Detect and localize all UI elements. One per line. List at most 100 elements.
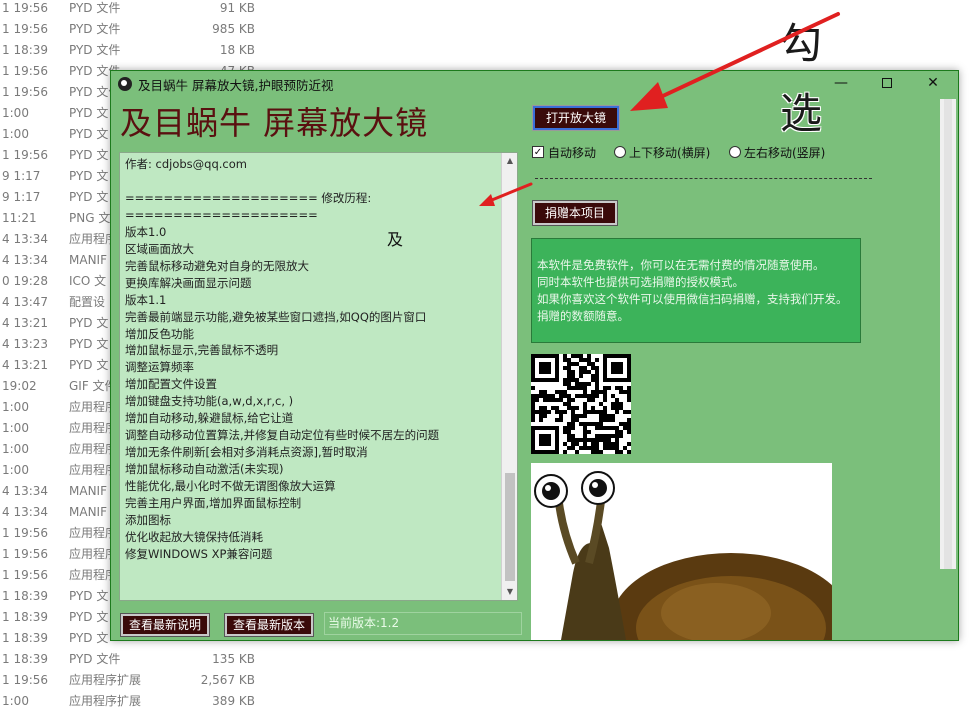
file-date: 1 19:56 — [2, 547, 49, 561]
divider — [535, 178, 872, 179]
file-date: 1 19:56 — [2, 85, 49, 99]
window-right-scrollbar[interactable] — [940, 99, 956, 569]
qr-code-image — [531, 354, 631, 454]
file-date: 1:00 — [2, 694, 29, 708]
file-type: PYD 文 — [69, 337, 109, 351]
history-textarea[interactable]: 作者: cdjobs@qq.com ==================== 修… — [119, 152, 518, 601]
file-type: PYD 文 — [69, 358, 109, 372]
vertical-move-label: 上下移动(横屏) — [629, 146, 711, 160]
file-type: MANIF — [69, 505, 107, 519]
window-right-scroll-thumb[interactable] — [944, 99, 952, 569]
file-type: PYD 文 — [69, 316, 109, 330]
app-window: 及目蜗牛 屏幕放大镜,护眼预防近视 — ✕ 及目蜗牛 屏幕放大镜 作者: cdj… — [110, 70, 959, 641]
file-date: 1 19:56 — [2, 526, 49, 540]
file-row[interactable]: 1 19:56 PYD 文件 91 KB — [0, 0, 300, 19]
history-scrollbar[interactable]: ▲ ▼ — [501, 153, 517, 600]
file-type: MANIF — [69, 484, 107, 498]
file-date: 1 18:39 — [2, 652, 49, 666]
file-date: 1 19:56 — [2, 64, 49, 78]
history-text: 作者: cdjobs@qq.com ==================== 修… — [125, 157, 440, 561]
file-type: ICO 文 — [69, 274, 107, 288]
window-title: 及目蜗牛 屏幕放大镜,护眼预防近视 — [138, 78, 334, 93]
file-type: 配置设 — [69, 295, 106, 309]
file-type: PYD 文 — [69, 148, 109, 162]
file-date: 0 19:28 — [2, 274, 49, 288]
file-date: 4 13:47 — [2, 295, 49, 309]
file-type: MANIF — [69, 253, 107, 267]
auto-move-label: 自动移动 — [548, 146, 597, 160]
file-date: 1 19:56 — [2, 568, 49, 582]
file-type: PYD 文 — [69, 589, 109, 603]
view-latest-notes-button[interactable]: 查看最新说明 — [120, 613, 210, 637]
scroll-thumb[interactable] — [505, 473, 515, 581]
license-text: 本软件是免费软件，你可以在无需付费的情况随意使用。 同时本软件也提供可选捐赠的授… — [537, 258, 848, 323]
file-row[interactable]: 1:00 应用程序扩展 389 KB — [0, 691, 300, 712]
close-button[interactable]: ✕ — [910, 71, 956, 96]
file-date: 1 18:39 — [2, 589, 49, 603]
file-date: 4 13:23 — [2, 337, 49, 351]
file-date: 19:02 — [2, 379, 37, 393]
file-date: 4 13:34 — [2, 484, 49, 498]
file-date: 4 13:21 — [2, 316, 49, 330]
file-date: 1 18:39 — [2, 43, 49, 57]
open-magnifier-button[interactable]: 打开放大镜 — [532, 105, 620, 131]
file-row[interactable]: 1 18:39 PYD 文件 135 KB — [0, 649, 300, 670]
file-row[interactable]: 1 19:56 应用程序扩展 2,567 KB — [0, 670, 300, 691]
file-row[interactable]: 1 19:56 PYD 文件 985 KB — [0, 19, 300, 40]
file-size: 389 KB — [212, 694, 255, 708]
file-size: 18 KB — [219, 43, 255, 57]
file-date: 11:21 — [2, 211, 37, 225]
file-date: 1:00 — [2, 442, 29, 456]
file-date: 4 13:34 — [2, 232, 49, 246]
view-latest-version-button[interactable]: 查看最新版本 — [224, 613, 314, 637]
scroll-down-icon[interactable]: ▼ — [502, 584, 517, 600]
app-eye-icon — [118, 77, 132, 91]
file-type: PYD 文 — [69, 127, 109, 141]
file-date: 1:00 — [2, 421, 29, 435]
file-date: 1 19:56 — [2, 22, 49, 36]
current-version-label: 当前版本:1.2 — [324, 612, 522, 635]
file-date: 9 1:17 — [2, 190, 41, 204]
file-date: 1:00 — [2, 106, 29, 120]
file-size: 91 KB — [219, 1, 255, 15]
annotation-arrow-left — [479, 182, 533, 206]
file-size: 985 KB — [212, 22, 255, 36]
file-date: 4 13:21 — [2, 358, 49, 372]
file-row[interactable]: 1 18:39 PYD 文件 18 KB — [0, 40, 300, 61]
auto-move-checkbox[interactable]: ✓ — [532, 146, 544, 158]
snail-char: 及 — [387, 230, 404, 249]
app-heading: 及目蜗牛 屏幕放大镜 — [120, 104, 429, 142]
file-type: PYD 文件 — [69, 1, 121, 15]
file-date: 4 13:34 — [2, 253, 49, 267]
file-date: 1:00 — [2, 127, 29, 141]
file-type: PYD 文 — [69, 631, 109, 645]
maximize-button[interactable] — [864, 71, 910, 96]
vertical-move-radio[interactable] — [614, 146, 626, 158]
file-date: 1 19:56 — [2, 1, 49, 15]
file-date: 1 18:39 — [2, 610, 49, 624]
file-date: 1:00 — [2, 463, 29, 477]
file-type: PYD 文 — [69, 106, 109, 120]
file-date: 1 19:56 — [2, 148, 49, 162]
file-size: 2,567 KB — [200, 673, 255, 687]
file-type: PYD 文 — [69, 169, 109, 183]
snail-mascot-image — [531, 463, 832, 640]
file-date: 1 18:39 — [2, 631, 49, 645]
file-size: 135 KB — [212, 652, 255, 666]
file-type: PNG 文 — [69, 211, 111, 225]
file-type: PYD 文件 — [69, 22, 121, 36]
license-info-box: 本软件是免费软件，你可以在无需付费的情况随意使用。 同时本软件也提供可选捐赠的授… — [531, 238, 861, 343]
annotation-arrow-top — [630, 12, 840, 111]
file-date: 4 13:34 — [2, 505, 49, 519]
file-date: 1 19:56 — [2, 673, 49, 687]
file-type: 应用程序扩展 — [69, 673, 142, 687]
file-type: PYD 文件 — [69, 652, 121, 666]
donate-button[interactable]: 捐赠本项目 — [532, 200, 618, 226]
file-type: PYD 文 — [69, 610, 109, 624]
file-date: 1:00 — [2, 400, 29, 414]
scroll-up-icon[interactable]: ▲ — [502, 153, 517, 169]
file-type: PYD 文件 — [69, 43, 121, 57]
horizontal-move-radio[interactable] — [729, 146, 741, 158]
file-date: 9 1:17 — [2, 169, 41, 183]
maximize-icon — [882, 78, 892, 88]
